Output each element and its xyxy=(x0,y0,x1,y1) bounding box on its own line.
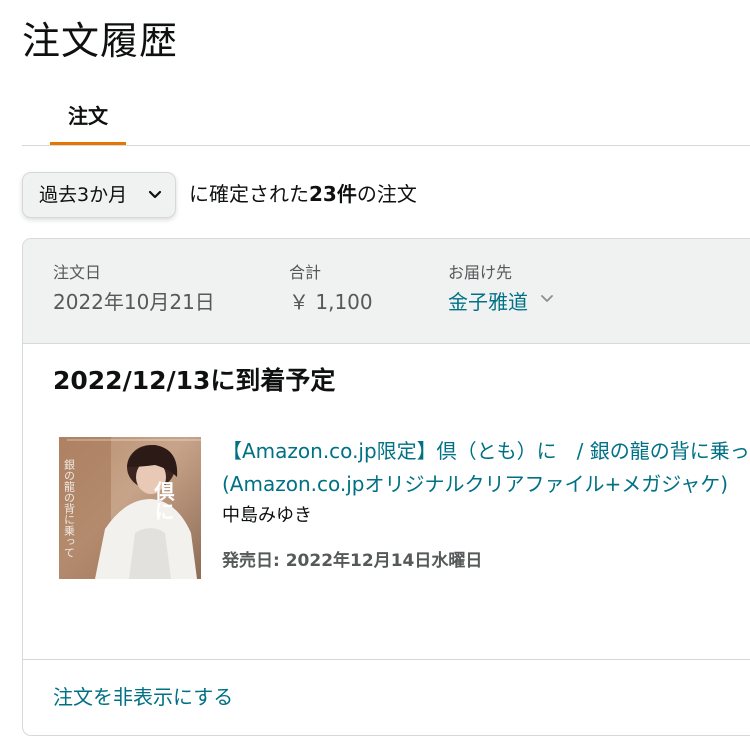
ship-to-name-link[interactable]: 金子雅道 xyxy=(448,290,528,314)
chevron-down-icon xyxy=(148,190,162,199)
tab-orders[interactable]: 注文 xyxy=(50,96,126,145)
order-date-label: 注文日 xyxy=(53,263,102,282)
page-title: 注文履歴 xyxy=(22,19,179,63)
product-title-link[interactable]: 【Amazon.co.jp限定】倶（とも）に / 銀の龍の背に乗って (Amaz… xyxy=(222,435,750,501)
ship-to-column: お届け先 金子雅道 xyxy=(448,261,554,317)
product-artist: 中島みゆき xyxy=(222,505,312,526)
filter-row: 過去3か月 に確定された23件の注文 xyxy=(22,172,750,218)
summary-suffix: の注文 xyxy=(356,182,417,206)
tab-orders-label: 注文 xyxy=(68,104,108,128)
order-tabs: 注文 xyxy=(22,96,750,146)
order-date-column: 注文日 2022年10月21日 xyxy=(53,261,215,317)
order-card-header: 注文日 2022年10月21日 合計 ￥ 1,100 お届け先 金子雅道 xyxy=(23,239,750,344)
order-total-column: 合計 ￥ 1,100 xyxy=(289,261,373,317)
delivery-status: 2022/12/13に到着予定 xyxy=(53,366,336,395)
hide-order-link[interactable]: 注文を非表示にする xyxy=(53,680,233,714)
time-range-dropdown[interactable]: 過去3か月 xyxy=(22,172,176,218)
summary-prefix: に確定された xyxy=(189,182,309,206)
order-history-page: 注文履歴 注文 過去3か月 に確定された23件の注文 注文日 2022年10月2… xyxy=(0,0,750,749)
ship-to-row: 金子雅道 xyxy=(448,287,554,317)
ship-to-label: お届け先 xyxy=(448,263,513,282)
order-count: 23件 xyxy=(309,182,357,206)
release-date: 発売日: 2022年12月14日水曜日 xyxy=(222,551,483,571)
order-date-value: 2022年10月21日 xyxy=(53,290,215,314)
order-count-summary: に確定された23件の注文 xyxy=(189,172,417,216)
order-total-label: 合計 xyxy=(289,263,322,282)
time-range-value: 過去3か月 xyxy=(39,184,128,206)
chevron-down-icon[interactable] xyxy=(540,294,554,304)
cover-title-text: 倶に xyxy=(151,480,175,521)
svg-text:銀の龍の背に乗って: 銀の龍の背に乗って xyxy=(63,458,76,558)
order-card-footer: 注文を非表示にする xyxy=(23,659,750,735)
order-card: 注文日 2022年10月21日 合計 ￥ 1,100 お届け先 金子雅道 202… xyxy=(22,238,750,736)
product-cover-image[interactable]: 倶に 銀の龍の背に乗って xyxy=(59,437,201,579)
order-total-value: ￥ 1,100 xyxy=(289,290,373,314)
